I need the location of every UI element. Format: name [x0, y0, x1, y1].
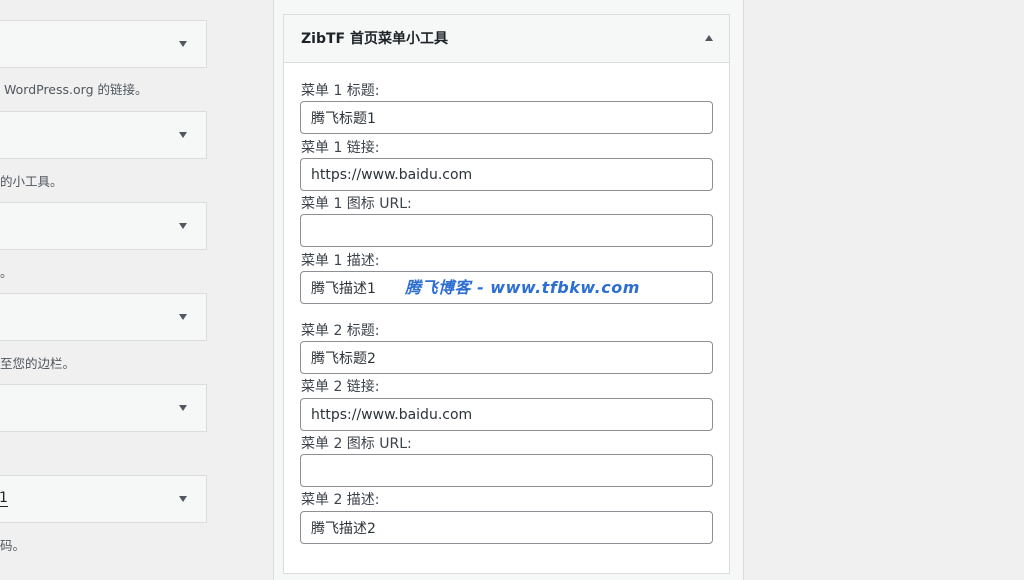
menu1-icon-url-label: 菜单 1 图标 URL:	[301, 196, 412, 212]
available-widget-bar-6[interactable]: 1	[0, 475, 207, 523]
menu1-title-label: 菜单 1 标题:	[301, 83, 380, 99]
available-widget-bar-2[interactable]	[0, 111, 207, 159]
menu2-title-input[interactable]	[300, 341, 713, 374]
available-widget-bar-1[interactable]	[0, 20, 207, 68]
available-widget-desc-2: 的小工具。	[0, 174, 63, 189]
menu1-icon-url-input[interactable]	[300, 214, 713, 247]
available-widget-bar-5[interactable]	[0, 384, 207, 432]
zibtf-menu-widget: ZibTF 首页菜单小工具 菜单 1 标题: 菜单 1 链接: 菜单 1 图标 …	[283, 14, 730, 574]
menu2-desc-label: 菜单 2 描述:	[301, 492, 380, 508]
available-widget-desc-5: 码。	[0, 538, 26, 553]
menu1-desc-label: 菜单 1 描述:	[301, 253, 380, 269]
widget-header[interactable]: ZibTF 首页菜单小工具	[284, 15, 729, 63]
chevron-down-icon	[179, 314, 187, 320]
available-widgets-list: WordPress.org 的链接。 的小工具。 。 至您的边栏。 1 码。	[0, 0, 250, 560]
available-widget-desc-3: 。	[0, 265, 13, 280]
available-widget-bar-6-label: 1	[0, 490, 8, 507]
available-widget-bar-4[interactable]	[0, 293, 207, 341]
widget-title: ZibTF 首页菜单小工具	[301, 31, 448, 47]
menu1-title-input[interactable]	[300, 101, 713, 134]
menu2-link-label: 菜单 2 链接:	[301, 379, 380, 395]
menu2-icon-url-input[interactable]	[300, 454, 713, 487]
menu2-title-label: 菜单 2 标题:	[301, 323, 380, 339]
chevron-down-icon	[179, 41, 187, 47]
available-widget-bar-3[interactable]	[0, 202, 207, 250]
available-widget-desc-1: WordPress.org 的链接。	[4, 82, 148, 97]
menu1-link-label: 菜单 1 链接:	[301, 140, 380, 156]
menu2-link-input[interactable]	[300, 398, 713, 431]
menu2-icon-url-label: 菜单 2 图标 URL:	[301, 436, 412, 452]
menu1-desc-input[interactable]	[300, 271, 713, 304]
available-widget-desc-4: 至您的边栏。	[0, 356, 76, 371]
menu2-desc-input[interactable]	[300, 511, 713, 544]
chevron-down-icon	[179, 496, 187, 502]
sidebar-area: ZibTF 首页菜单小工具 菜单 1 标题: 菜单 1 链接: 菜单 1 图标 …	[273, 0, 744, 580]
menu1-link-input[interactable]	[300, 158, 713, 191]
chevron-up-icon[interactable]	[705, 35, 713, 41]
chevron-down-icon	[179, 132, 187, 138]
chevron-down-icon	[179, 223, 187, 229]
chevron-down-icon	[179, 405, 187, 411]
